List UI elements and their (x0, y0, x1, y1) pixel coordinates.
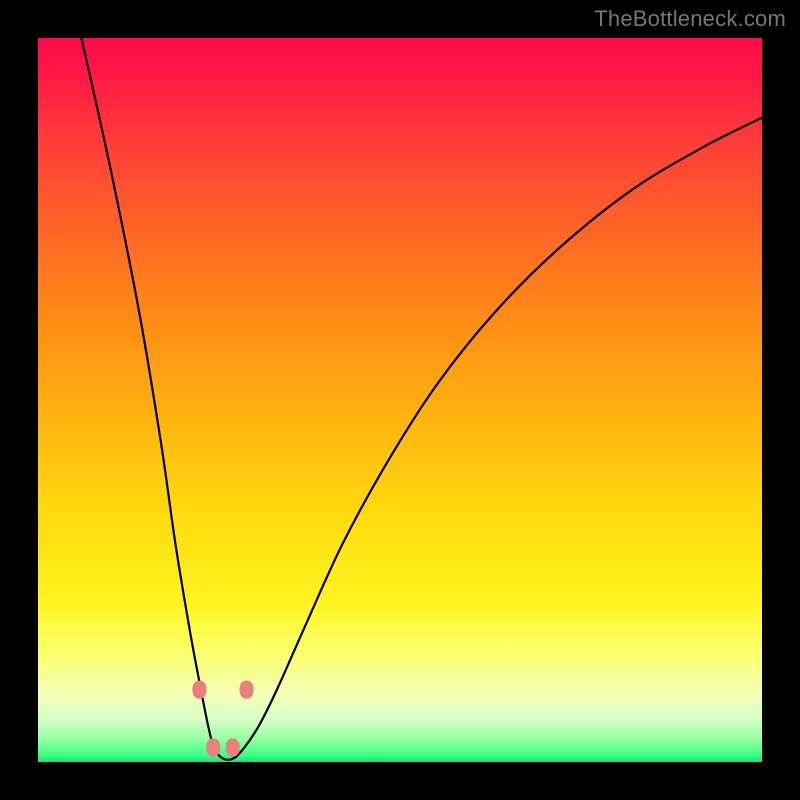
highlight-dot (226, 739, 240, 757)
highlight-dot (240, 681, 254, 699)
curve-layer (38, 38, 762, 762)
highlight-dots (192, 681, 253, 757)
watermark-text: TheBottleneck.com (594, 6, 786, 32)
highlight-dot (206, 739, 220, 757)
highlight-dot (192, 681, 206, 699)
bottleneck-curve (81, 38, 762, 760)
chart-frame: TheBottleneck.com (0, 0, 800, 800)
plot-gradient-area (38, 38, 762, 762)
